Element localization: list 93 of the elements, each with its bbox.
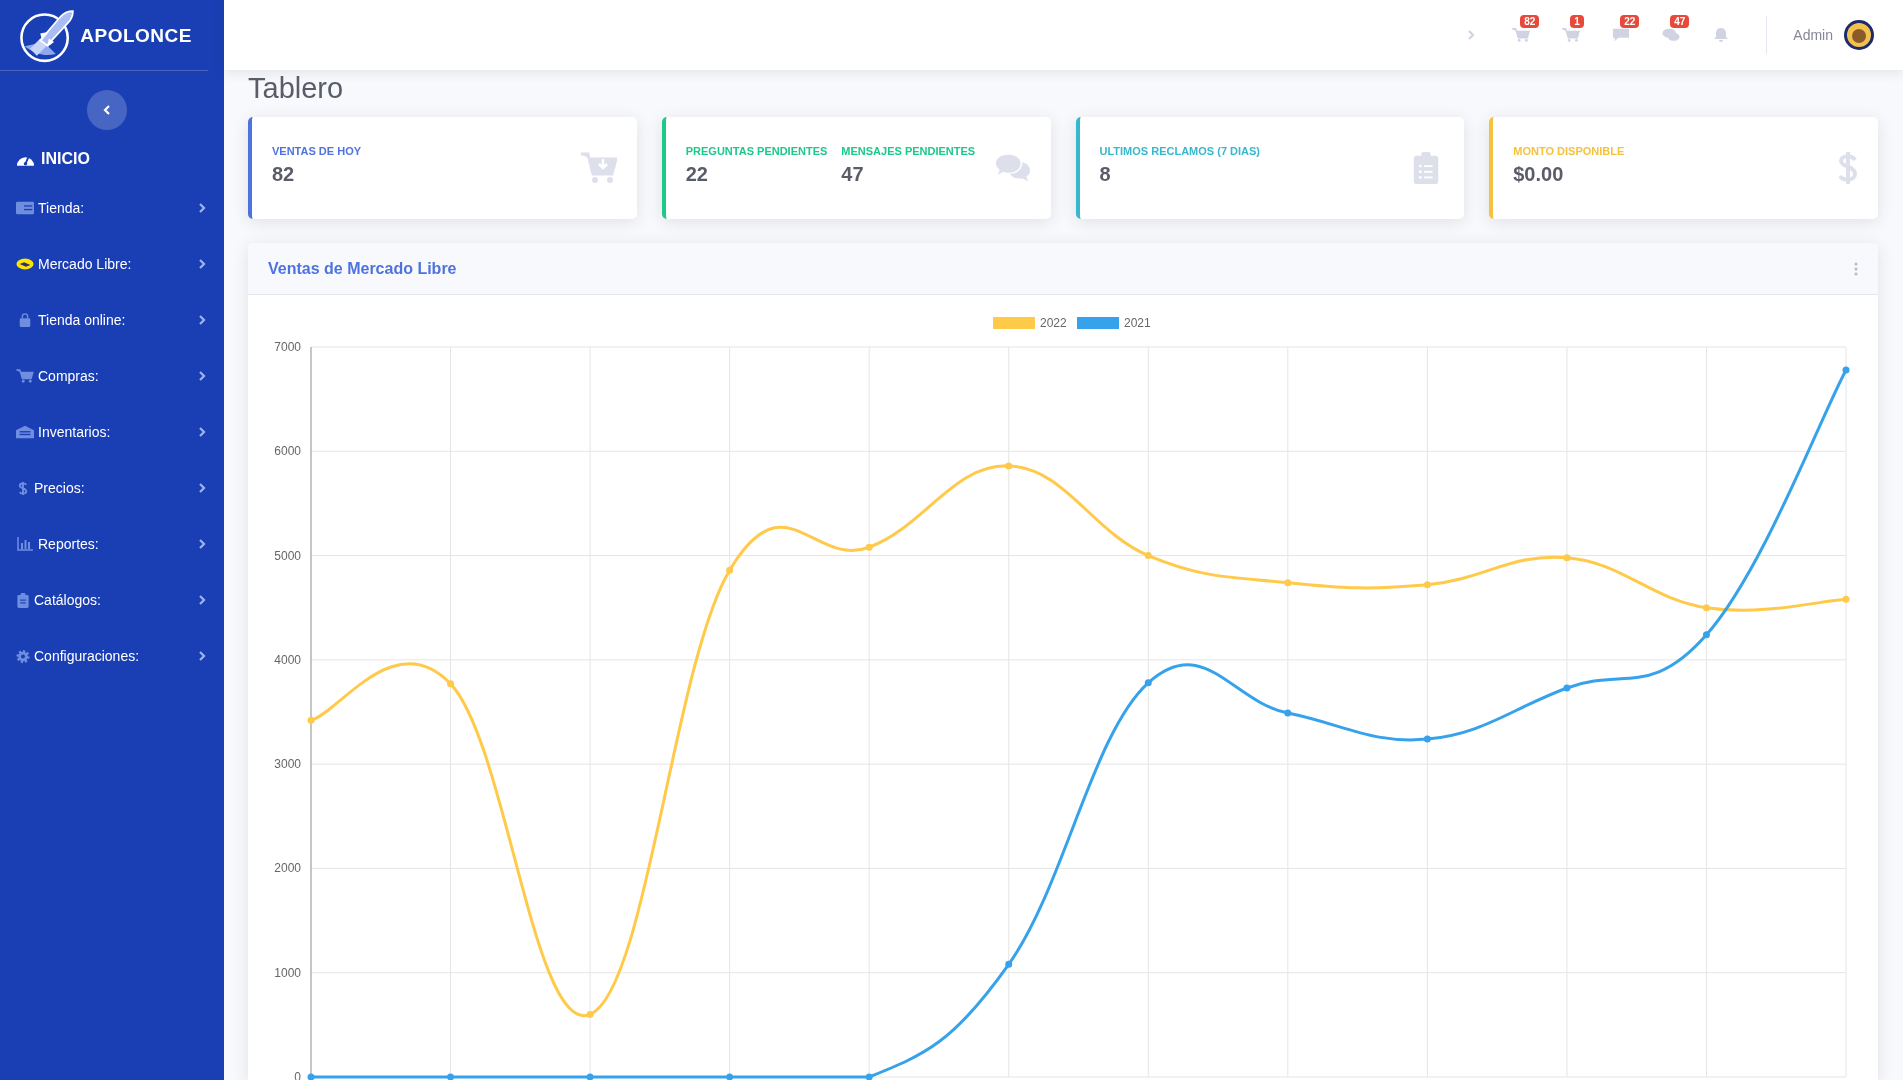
data-point	[1563, 684, 1571, 692]
count-badge: 82	[1520, 15, 1540, 28]
data-point	[447, 680, 455, 688]
data-point	[447, 1073, 455, 1080]
gear-icon	[16, 648, 30, 664]
bar-chart-icon	[16, 537, 34, 551]
sidebar-item[interactable]: Compras:	[0, 348, 224, 404]
data-point	[865, 543, 873, 551]
stat-label: ULTIMOS RECLAMOS (7 DIAS)	[1099, 144, 1260, 157]
data-point	[726, 566, 734, 574]
more-icon[interactable]	[1854, 261, 1858, 276]
dollar-icon	[1838, 151, 1858, 185]
dollar-icon	[16, 480, 30, 496]
stat-value: 8	[1099, 162, 1112, 186]
cart-icon	[1562, 27, 1581, 43]
brand-name: APOLONCE	[80, 25, 192, 47]
page-title: Tablero	[248, 72, 345, 106]
collapse-button[interactable]	[87, 90, 127, 130]
data-point	[1005, 960, 1013, 968]
sidebar-item[interactable]: Tienda online:	[0, 292, 224, 348]
home-link[interactable]: INICIO	[16, 150, 224, 168]
count-badge: 47	[1670, 15, 1690, 28]
sidebar-item[interactable]: Tienda:	[0, 180, 224, 236]
stat-label: VENTAS DE HOY	[272, 144, 362, 157]
sidebar-item[interactable]: Reportes:	[0, 516, 224, 572]
data-point	[1563, 554, 1571, 562]
legend-label: 2021	[1124, 316, 1152, 330]
chevron-right-icon	[198, 370, 206, 382]
sidebar-item[interactable]: Precios:	[0, 460, 224, 516]
data-point	[1005, 462, 1013, 470]
axis-label: 3000	[274, 757, 301, 772]
chevron-right-icon	[198, 314, 206, 326]
cart-icon	[16, 369, 34, 383]
data-point	[307, 1073, 315, 1080]
comment-icon	[1612, 27, 1631, 43]
comments-icon	[994, 152, 1031, 184]
data-point	[1842, 595, 1850, 603]
comments-icon	[1662, 27, 1681, 43]
cart-icon	[580, 152, 617, 184]
axis-label: 2000	[274, 861, 301, 876]
data-point	[1144, 679, 1152, 687]
chevron-right-icon	[198, 594, 206, 606]
stat-label: MENSAJES PENDIENTES	[841, 144, 976, 157]
chevron-right-icon	[198, 538, 206, 550]
data-point	[586, 1073, 594, 1080]
sidebar-item[interactable]: Configuraciones:	[0, 628, 224, 684]
data-point	[1284, 709, 1292, 717]
axis-label: 6000	[274, 444, 301, 459]
cart-icon	[1512, 27, 1531, 43]
chevron-icon[interactable]	[1467, 29, 1476, 41]
chevron-right-icon	[198, 426, 206, 438]
data-point	[1284, 579, 1292, 587]
user-name[interactable]: Admin	[1793, 27, 1833, 43]
count-badge: 1	[1570, 15, 1584, 28]
axis-label: 7000	[274, 340, 301, 354]
legend-item[interactable]: 2022	[993, 316, 1067, 330]
card-icon	[16, 201, 34, 215]
sidebar-item[interactable]: Inventarios:	[0, 404, 224, 460]
legend-item[interactable]: 2021	[1077, 316, 1151, 330]
warehouse-icon	[16, 425, 34, 439]
stat-label: MONTO DISPONIBLE	[1513, 144, 1625, 157]
count-badge: 22	[1620, 15, 1640, 28]
data-point	[1702, 631, 1710, 639]
bell-icon	[1712, 27, 1731, 43]
data-point	[1702, 604, 1710, 612]
chevron-right-icon	[198, 650, 206, 662]
clipboard-icon	[16, 592, 30, 608]
data-point	[1423, 581, 1431, 589]
chevron-right-icon	[198, 258, 206, 270]
sidebar-item[interactable]: Mercado Libre:	[0, 236, 224, 292]
data-point	[1842, 366, 1850, 374]
stat-value: 22	[685, 162, 709, 186]
data-point	[865, 1073, 873, 1080]
stat-label: PREGUNTAS PENDIENTES	[685, 144, 828, 157]
avatar[interactable]	[1843, 19, 1875, 51]
data-point	[307, 716, 315, 724]
stat-value: 47	[841, 162, 865, 186]
stat-value: 82	[272, 162, 296, 186]
data-point	[1144, 552, 1152, 560]
axis-label: 4000	[274, 652, 301, 667]
stat-value: $0.00	[1513, 162, 1565, 186]
panel-title: Ventas de Mercado Libre	[268, 259, 458, 278]
chevron-right-icon	[198, 482, 206, 494]
legend-label: 2022	[1040, 316, 1068, 330]
data-point	[586, 1010, 594, 1018]
data-point	[726, 1073, 734, 1080]
chevron-left-icon	[103, 104, 111, 116]
sidebar-item[interactable]: Catálogos:	[0, 572, 224, 628]
chevron-right-icon	[198, 202, 206, 214]
data-point	[1423, 735, 1431, 743]
axis-label: 1000	[274, 965, 301, 980]
axis-label: 5000	[274, 548, 301, 563]
handshake-icon	[16, 257, 34, 271]
